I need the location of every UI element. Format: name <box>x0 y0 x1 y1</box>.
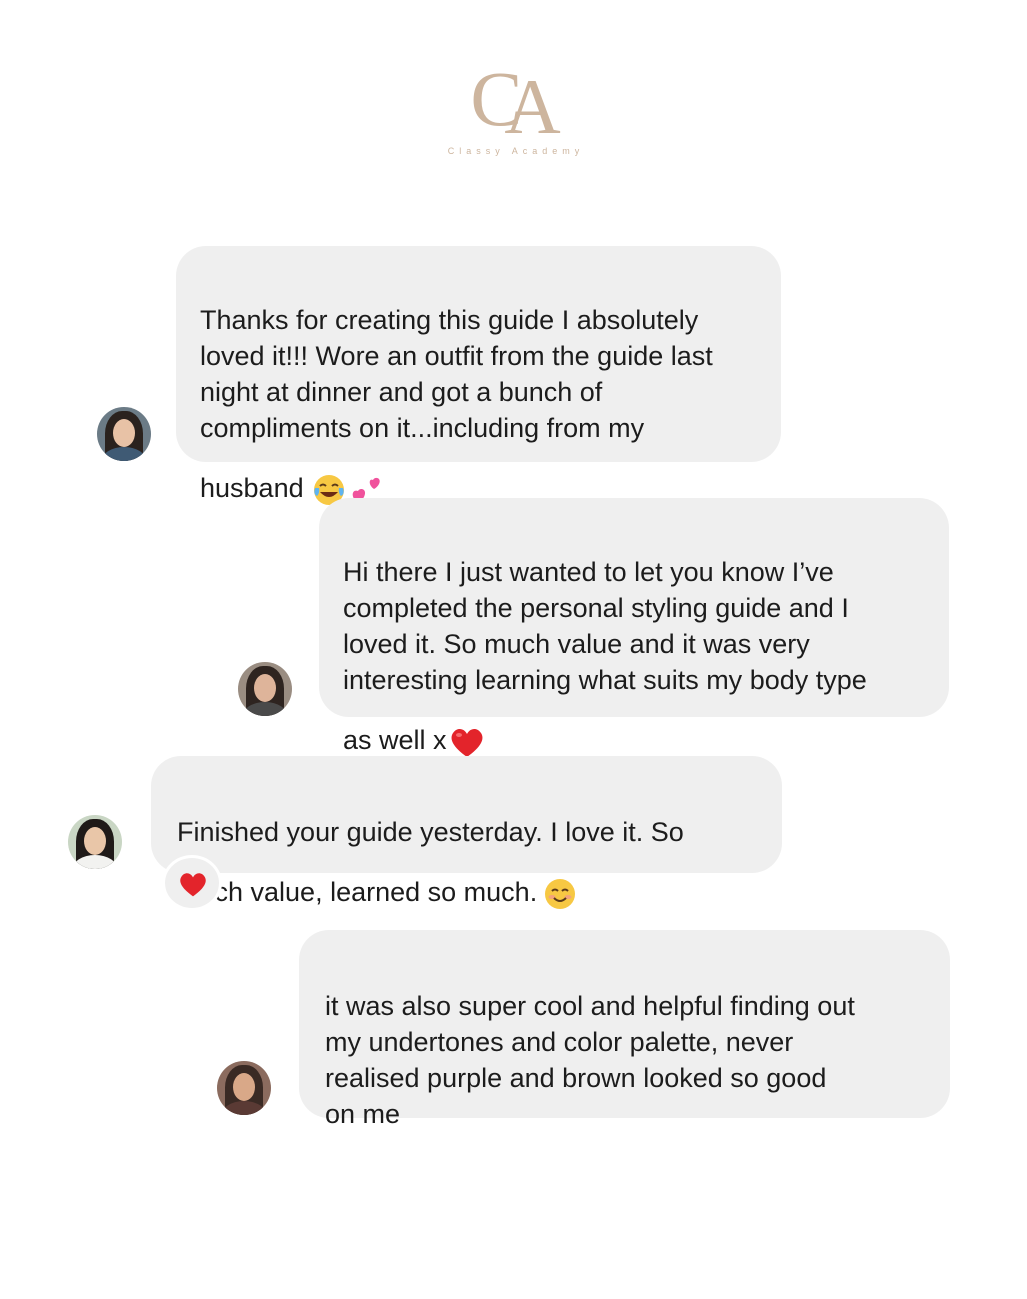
brand-logo: CA Classy Academy <box>0 60 1027 157</box>
message-text: Thanks for creating this guide I absolut… <box>200 305 713 504</box>
avatar[interactable] <box>238 662 292 716</box>
avatar[interactable] <box>97 407 151 461</box>
message-bubble[interactable]: Hi there I just wanted to let you know I… <box>319 498 949 757</box>
smiling-face-emoji <box>543 850 577 938</box>
monogram-a: A <box>504 63 561 150</box>
brand-monogram: CA <box>470 60 561 146</box>
avatar[interactable] <box>68 815 122 869</box>
avatar[interactable] <box>217 1061 271 1115</box>
message-bubble[interactable]: Thanks for creating this guide I absolut… <box>176 246 781 505</box>
monogram-c: C <box>470 55 522 142</box>
message-bubble[interactable]: Finished your guide yesterday. I love it… <box>151 756 782 909</box>
message-text: Hi there I just wanted to let you know I… <box>343 557 867 756</box>
message-bubble[interactable]: it was also super cool and helpful findi… <box>299 930 950 1129</box>
reaction-badge[interactable] <box>162 855 222 911</box>
message-text: Finished your guide yesterday. I love it… <box>177 817 684 908</box>
message-text: it was also super cool and helpful findi… <box>325 991 855 1129</box>
red-heart-icon <box>180 873 206 897</box>
